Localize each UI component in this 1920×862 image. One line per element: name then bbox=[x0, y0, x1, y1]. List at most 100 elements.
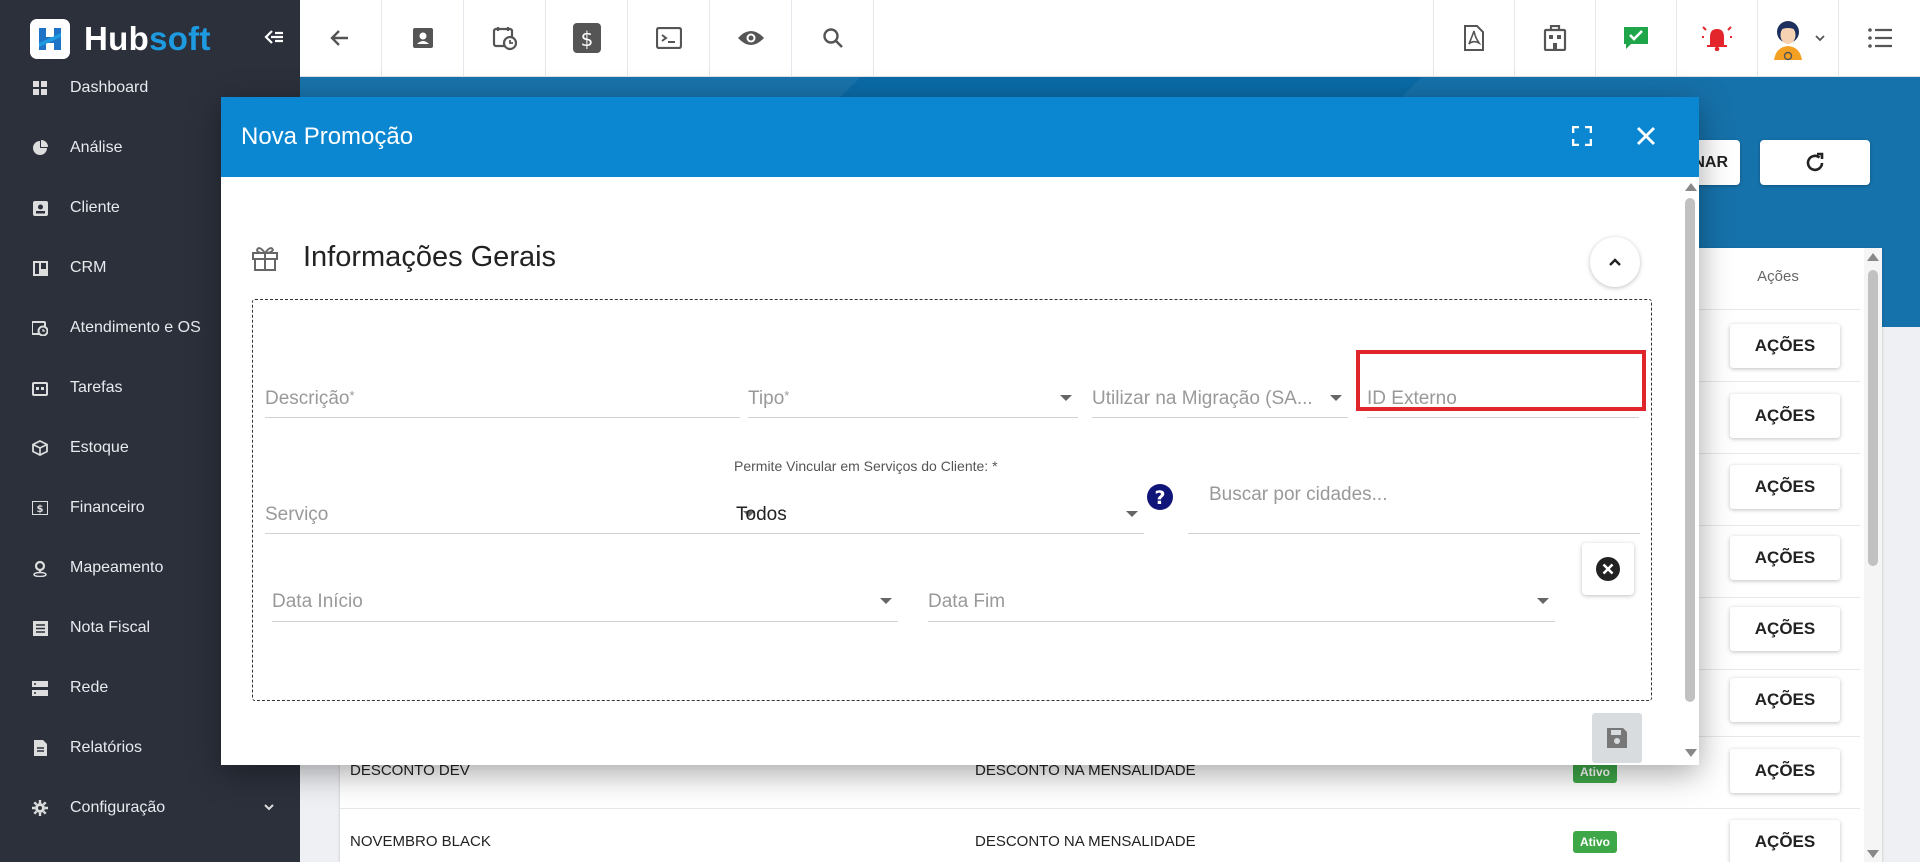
calendar-clock-icon bbox=[492, 27, 517, 51]
row-actions-button[interactable]: AÇÕES bbox=[1730, 394, 1840, 438]
sidebar-item-label: Atendimento e OS bbox=[70, 319, 201, 336]
refresh-icon bbox=[1806, 152, 1824, 171]
field-underline bbox=[928, 621, 1555, 622]
pie-chart-icon bbox=[32, 140, 48, 156]
calendar-clock-icon bbox=[32, 320, 48, 336]
actions-label: AÇÕES bbox=[1754, 761, 1816, 780]
dropdown-caret-icon bbox=[1537, 598, 1549, 604]
terminal-icon bbox=[655, 27, 682, 49]
modal-title: Nova Promoção bbox=[241, 123, 414, 150]
clear-circle-icon bbox=[1596, 557, 1620, 581]
row-actions-button[interactable]: AÇÕES bbox=[1730, 324, 1840, 368]
company-button[interactable] bbox=[1515, 0, 1595, 76]
list-menu-icon bbox=[1867, 28, 1892, 48]
report-icon bbox=[32, 740, 48, 756]
alarm-bell-icon bbox=[1702, 26, 1732, 51]
scrollbar-thumb[interactable] bbox=[1868, 270, 1878, 566]
view-shortcut-button[interactable] bbox=[710, 0, 791, 76]
external-id-input[interactable]: ID Externo bbox=[1367, 368, 1639, 418]
actions-label: AÇÕES bbox=[1754, 690, 1816, 709]
dropdown-caret-icon bbox=[880, 598, 892, 604]
field-underline bbox=[272, 621, 898, 622]
actions-label: AÇÕES bbox=[1754, 336, 1816, 355]
alarms-button[interactable] bbox=[1677, 0, 1757, 76]
promotion-name-cell: NOVEMBRO BLACK bbox=[350, 833, 491, 850]
close-button[interactable] bbox=[1631, 121, 1661, 151]
svg-text:$: $ bbox=[37, 504, 44, 515]
actions-label: AÇÕES bbox=[1754, 832, 1816, 851]
user-avatar bbox=[1774, 21, 1802, 61]
check-message-icon bbox=[1624, 27, 1648, 49]
invoice-icon bbox=[32, 620, 48, 636]
collapse-sidebar-icon[interactable] bbox=[263, 26, 285, 48]
messages-button[interactable] bbox=[1596, 0, 1676, 76]
city-search-input[interactable]: Buscar por cidades... bbox=[1188, 464, 1640, 534]
row-actions-button[interactable]: AÇÕES bbox=[1730, 465, 1840, 509]
scroll-down-icon[interactable] bbox=[1867, 850, 1879, 858]
row-actions-button[interactable]: AÇÕES bbox=[1730, 607, 1840, 651]
external-id-placeholder: ID Externo bbox=[1367, 388, 1457, 409]
description-placeholder: Descrição* bbox=[265, 388, 355, 409]
box-icon bbox=[32, 440, 48, 456]
row-actions-button[interactable]: AÇÕES bbox=[1730, 820, 1840, 862]
migration-select[interactable]: Utilizar na Migração (SA... bbox=[1092, 368, 1348, 418]
row-actions-button[interactable]: AÇÕES bbox=[1730, 749, 1840, 793]
field-underline bbox=[1367, 417, 1639, 418]
modal-scrollbar[interactable] bbox=[1679, 177, 1699, 765]
brand-name: Hubsoft bbox=[84, 19, 211, 57]
scrollbar-thumb[interactable] bbox=[1685, 198, 1695, 702]
search-icon bbox=[822, 28, 843, 48]
description-field[interactable]: Descrição* bbox=[265, 368, 740, 418]
dollar-icon: $ bbox=[572, 23, 601, 53]
sidebar-item-label: Análise bbox=[70, 139, 123, 156]
sidebar-item-configuracao[interactable]: Configuração bbox=[0, 778, 300, 838]
link-services-value: Todos bbox=[736, 504, 787, 525]
pdf-icon bbox=[1464, 25, 1484, 51]
sidebar-item-label: Configuração bbox=[70, 799, 166, 816]
row-actions-button[interactable]: AÇÕES bbox=[1730, 678, 1840, 722]
contact-card-icon bbox=[412, 28, 433, 48]
column-header-actions: Ações bbox=[1757, 268, 1799, 285]
pdf-button[interactable] bbox=[1434, 0, 1514, 76]
service-placeholder: Serviço bbox=[265, 504, 329, 525]
modal-body: Informações Gerais Descrição* Tipo* Util… bbox=[221, 177, 1699, 765]
type-select[interactable]: Tipo* bbox=[748, 368, 1078, 418]
search-button[interactable] bbox=[792, 0, 873, 76]
chevron-down-icon[interactable] bbox=[262, 800, 276, 819]
sidebar-item-label: Rede bbox=[70, 679, 109, 696]
help-icon[interactable]: ? bbox=[1146, 483, 1174, 511]
menu-button[interactable] bbox=[1839, 0, 1920, 76]
fullscreen-icon bbox=[1572, 126, 1592, 146]
status-badge: Ativo bbox=[1573, 831, 1617, 853]
city-search-placeholder: Buscar por cidades... bbox=[1209, 484, 1388, 505]
scroll-up-icon[interactable] bbox=[1867, 253, 1879, 261]
service-select[interactable]: Serviço bbox=[265, 484, 761, 534]
clients-shortcut-button[interactable] bbox=[382, 0, 463, 76]
end-date-input[interactable]: Data Fim bbox=[928, 570, 1555, 622]
close-icon bbox=[1637, 127, 1655, 145]
actions-label: AÇÕES bbox=[1754, 548, 1816, 567]
scroll-down-icon[interactable] bbox=[1685, 749, 1697, 757]
schedule-shortcut-button[interactable] bbox=[464, 0, 545, 76]
refresh-button[interactable] bbox=[1760, 140, 1870, 185]
row-actions-button[interactable]: AÇÕES bbox=[1730, 536, 1840, 580]
gift-icon bbox=[252, 247, 278, 271]
svg-text:$: $ bbox=[580, 27, 593, 51]
start-date-input[interactable]: Data Início bbox=[272, 570, 898, 622]
terminal-shortcut-button[interactable] bbox=[628, 0, 709, 76]
field-underline bbox=[748, 417, 1078, 418]
clear-dates-button[interactable] bbox=[1582, 543, 1634, 595]
back-button[interactable] bbox=[300, 0, 380, 76]
scroll-up-icon[interactable] bbox=[1685, 183, 1697, 191]
maximize-button[interactable] bbox=[1567, 121, 1597, 151]
floppy-disk-icon bbox=[1607, 728, 1627, 748]
user-menu-button[interactable] bbox=[1758, 0, 1838, 76]
collapse-section-button[interactable] bbox=[1590, 237, 1640, 287]
save-button[interactable] bbox=[1592, 713, 1642, 763]
contact-card-icon bbox=[32, 200, 48, 216]
finance-shortcut-button[interactable]: $ bbox=[546, 0, 627, 76]
link-services-select[interactable]: Permite Vincular em Serviços do Cliente:… bbox=[734, 458, 1144, 534]
divider bbox=[873, 0, 874, 76]
sidebar-item-label: Tarefas bbox=[70, 379, 123, 396]
table-scrollbar[interactable] bbox=[1864, 248, 1882, 862]
